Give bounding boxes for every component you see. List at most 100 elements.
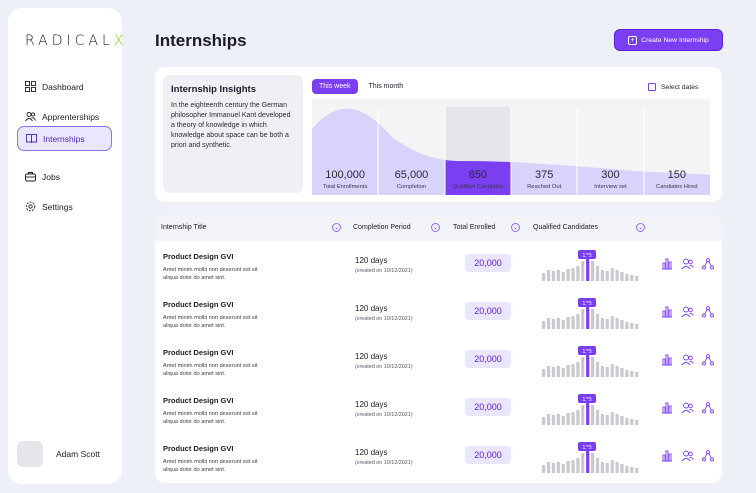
total-enrolled: 20,000: [465, 398, 511, 416]
sparkline-bar: [605, 463, 609, 473]
sparkline-bar: [551, 415, 555, 425]
bar-chart-icon[interactable]: [661, 450, 673, 462]
created-date: (created on 10/12/2021): [355, 412, 413, 418]
sidebar-item-dashboard[interactable]: Dashboard: [17, 74, 112, 99]
sparkline-bar: [600, 318, 604, 329]
created-date: (created on 10/12/2021): [355, 268, 413, 274]
completion-period: 120 days: [355, 400, 388, 409]
sparkline-bar: [600, 462, 604, 473]
bar-chart-icon[interactable]: [661, 354, 673, 366]
sparkline-bar: [635, 468, 639, 473]
user-profile[interactable]: Adam Scott: [17, 441, 100, 467]
table-row[interactable]: Product Design GVI Amet minim mollit non…: [155, 289, 722, 337]
sparkline-bar: [625, 322, 629, 329]
sparkline-bar: [546, 270, 551, 281]
sparkline-bar: [586, 399, 590, 425]
share-icon[interactable]: [702, 450, 714, 462]
share-icon[interactable]: [702, 258, 714, 270]
total-enrolled: 20,000: [465, 350, 511, 368]
sidebar-item-jobs[interactable]: Jobs: [17, 164, 112, 189]
sparkline-bar: [620, 272, 624, 281]
users-icon[interactable]: [681, 450, 694, 462]
sparkline-bar: [620, 416, 624, 425]
sparkline-bar: [635, 420, 639, 425]
sparkline-bar: [630, 467, 634, 473]
internship-title: Product Design GVI: [163, 300, 234, 309]
sidebar-item-label: Apprenterships: [42, 111, 100, 122]
sparkline-bar: [566, 269, 570, 281]
sort-chevron-icon[interactable]: ⌄: [332, 223, 341, 232]
internship-title: Product Design GVI: [163, 396, 234, 405]
sparkline-bar: [600, 366, 604, 377]
sparkline-bar: [610, 364, 614, 377]
created-date: (created on 10/12/2021): [355, 316, 413, 322]
sort-chevron-icon[interactable]: ⌄: [431, 223, 440, 232]
internship-description: Amet minim mollit non deserunt est sit a…: [163, 459, 258, 473]
qualified-candidates-sparkline: 120: [542, 394, 639, 425]
sparkline-bar: [542, 465, 546, 473]
users-icon[interactable]: [681, 402, 694, 414]
insights-description: In the eighteenth century the German phi…: [171, 102, 291, 149]
sparkline-bar: [635, 324, 639, 329]
tab-this-week[interactable]: This week: [312, 79, 358, 94]
sidebar-item-internships[interactable]: Internships: [17, 126, 112, 151]
table-row[interactable]: Product Design GVI Amet minim mollit non…: [155, 241, 722, 289]
row-actions: [661, 354, 722, 366]
sparkline-bar: [635, 276, 639, 281]
completion-period: 120 days: [355, 448, 388, 457]
users-icon[interactable]: [681, 306, 694, 318]
table-row[interactable]: Product Design GVI Amet minim mollit non…: [155, 385, 722, 433]
sparkline-bar: [561, 272, 565, 281]
created-date: (created on 10/12/2021): [355, 364, 413, 370]
table-header: Internship Title ⌄ Completion Period ⌄ T…: [155, 215, 722, 241]
sparkline-bar: [581, 357, 585, 377]
create-internship-button[interactable]: + Create New Internship: [614, 29, 723, 51]
sparkline-bar: [620, 320, 624, 329]
row-actions: [661, 258, 722, 270]
created-date: (created on 10/12/2021): [355, 460, 413, 466]
sparkline-bar: [551, 271, 555, 281]
internship-title: Product Design GVI: [163, 444, 234, 453]
sparkline-bar: [586, 255, 590, 281]
sparkline-bar: [600, 414, 604, 425]
sparkline-bar: [620, 464, 624, 473]
sparkline-bar: [586, 351, 590, 377]
sidebar-item-label: Jobs: [42, 171, 60, 182]
sort-chevron-icon[interactable]: ⌄: [511, 223, 520, 232]
sparkline-bar: [551, 367, 555, 377]
sparkline-bar: [556, 462, 560, 473]
users-icon[interactable]: [681, 258, 694, 270]
sort-chevron-icon[interactable]: ⌄: [636, 223, 645, 232]
sparkline-bar: [542, 369, 546, 377]
tab-this-month[interactable]: This month: [361, 79, 411, 94]
sparkline-bar: [571, 412, 575, 425]
internship-description: Amet minim mollit non deserunt est sit a…: [163, 411, 258, 425]
bar-chart-icon[interactable]: [661, 258, 673, 270]
table-row[interactable]: Product Design GVI Amet minim mollit non…: [155, 433, 722, 481]
sparkline-bar: [630, 419, 634, 425]
sparkline-bar: [610, 316, 614, 329]
total-enrolled: 20,000: [465, 446, 511, 464]
avatar: [17, 441, 43, 467]
sparkline-bar: [561, 320, 565, 329]
bar-chart-icon[interactable]: [661, 402, 673, 414]
bar-chart-icon[interactable]: [661, 306, 673, 318]
users-icon[interactable]: [681, 354, 694, 366]
share-icon[interactable]: [702, 306, 714, 318]
sparkline-bar: [576, 314, 580, 329]
metric-completion: 65,000 Completion: [394, 169, 429, 190]
sparkline-bar: [571, 316, 575, 329]
metric-qualified-candidates[interactable]: 850 Qualified Candiates: [445, 169, 511, 195]
select-dates-button[interactable]: Select dates: [642, 79, 705, 95]
qualified-candidates-sparkline: 120: [542, 442, 639, 473]
sidebar-item-settings[interactable]: Settings: [17, 194, 112, 219]
sparkline-bar: [566, 413, 570, 425]
sparkline-bar: [566, 461, 570, 473]
share-icon[interactable]: [702, 402, 714, 414]
sparkline-bar: [615, 318, 619, 329]
table-row[interactable]: Product Design GVI Amet minim mollit non…: [155, 337, 722, 385]
share-icon[interactable]: [702, 354, 714, 366]
sparkline-bar: [546, 366, 551, 377]
sparkline-bar: [610, 460, 614, 473]
plus-icon: +: [628, 35, 638, 45]
